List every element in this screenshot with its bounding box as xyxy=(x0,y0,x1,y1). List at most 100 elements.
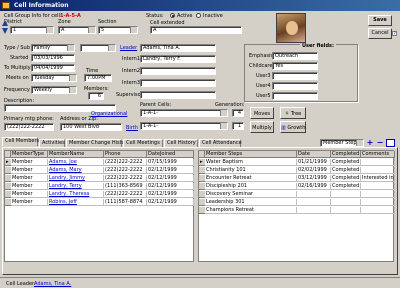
tab-member-change-history[interactable]: Member Change History xyxy=(66,139,130,147)
user4-field[interactable] xyxy=(272,82,318,90)
table-cell: Champions Retreat xyxy=(205,207,297,214)
col-phone[interactable]: Phone xyxy=(104,151,147,158)
member-steps-select[interactable]: Member Steps xyxy=(320,139,364,147)
table-cell xyxy=(297,199,331,206)
table-cell: 02/12/1999 xyxy=(147,167,194,174)
table-cell: (111)363-8569 xyxy=(104,183,147,190)
user4-label: User4 xyxy=(256,83,271,89)
status-inactive-label: Inactive xyxy=(203,13,223,19)
footer-leader-link[interactable]: Adams, Tina A. xyxy=(34,281,71,287)
table-cell: Discovery Seminar xyxy=(205,191,297,198)
user5-field[interactable] xyxy=(272,92,318,100)
multiply-field[interactable]: 04/04/1999 xyxy=(31,64,75,72)
table-cell: 01/21/1999 xyxy=(297,159,331,166)
table-cell: 03/12/1999 xyxy=(297,175,331,182)
table-cell[interactable]: Robins, Jeff xyxy=(48,199,104,206)
table-cell: Completed xyxy=(331,159,361,166)
tab-cell-members[interactable]: Cell Members xyxy=(2,137,39,146)
table-cell: (111)587-8874 xyxy=(104,199,147,206)
supervisor-field[interactable] xyxy=(140,91,216,99)
parent-cells-label: Parent Cells: xyxy=(140,102,172,108)
table-cell: 07/15/1999 xyxy=(147,159,194,166)
add-icon[interactable]: + xyxy=(366,139,374,147)
tab-activities[interactable]: Activities xyxy=(39,139,65,147)
col-member-steps[interactable]: Member Steps xyxy=(205,151,297,158)
tab-cell-attendance[interactable]: Cell Attendance xyxy=(199,139,242,147)
table-cell: 02/12/1999 xyxy=(147,199,194,206)
table-cell: Completed xyxy=(331,183,361,190)
tree-button[interactable]: ⚘ Tree xyxy=(280,107,306,119)
zone-label: Zone xyxy=(58,19,71,25)
organizational-link[interactable]: Organizational xyxy=(91,111,127,117)
frequency-select[interactable]: Weekly xyxy=(31,86,77,94)
table-cell xyxy=(361,191,395,198)
section-select[interactable]: 5 xyxy=(98,26,138,34)
table-cell[interactable]: Landry, Jimmy xyxy=(48,175,104,182)
table-cell: (222)222-2222 xyxy=(104,175,147,182)
down-arrow-icon[interactable] xyxy=(2,28,8,34)
meets-label: Meets on xyxy=(6,75,29,81)
view-window-icon[interactable] xyxy=(386,139,395,147)
started-label: Started xyxy=(10,55,29,61)
tab-cell-history[interactable]: Cell History xyxy=(164,139,198,147)
intern1-field[interactable]: Landry, Terry F. xyxy=(140,55,216,63)
col-comments[interactable]: Comments xyxy=(361,151,395,158)
col-date-joined[interactable]: DateJoined xyxy=(147,151,194,158)
status-label: Status: xyxy=(146,13,164,19)
table-cell: Member xyxy=(11,191,48,198)
tab-cell-meetings[interactable]: Cell Meetings xyxy=(123,139,163,147)
status-inactive-radio[interactable] xyxy=(196,13,201,18)
footer-leader-label: Cell Leader: xyxy=(6,281,36,287)
col-member-name[interactable]: MemberName xyxy=(48,151,104,158)
table-cell: Discipleship 201 xyxy=(205,183,297,190)
save-button[interactable]: Save xyxy=(368,15,392,26)
type-select[interactable]: Family xyxy=(31,44,75,52)
intern2-label: Intern2 xyxy=(122,68,140,74)
leader-field[interactable]: Adams, Tina A. xyxy=(140,44,216,52)
col-member-type[interactable]: MemberType xyxy=(11,151,48,158)
help-icon[interactable]: ? xyxy=(392,31,397,36)
sub-select[interactable] xyxy=(80,44,116,52)
table-cell: Completed xyxy=(331,167,361,174)
time-field[interactable]: 7:00PM xyxy=(84,74,112,82)
table-cell[interactable]: Adams, Joe xyxy=(48,159,104,166)
birth-link[interactable]: Birth xyxy=(126,125,138,131)
table-cell xyxy=(331,207,361,214)
status-active-radio[interactable] xyxy=(170,13,175,18)
status-active-label: Active xyxy=(177,13,193,19)
emphasis-field[interactable]: Outreach xyxy=(272,52,318,60)
multiply-label: To Multiply xyxy=(4,65,31,71)
intern3-field[interactable] xyxy=(140,79,216,87)
moves-button[interactable]: Moves xyxy=(250,107,274,119)
col-completed[interactable]: Completed xyxy=(331,151,361,158)
intern2-field[interactable] xyxy=(140,67,216,75)
growth-button[interactable]: ▥ Growth xyxy=(280,121,306,133)
started-field[interactable]: 03/03/1996 xyxy=(31,54,75,62)
remove-icon[interactable]: − xyxy=(376,139,384,147)
steps-grid: Member Steps Date Completed Comments ▸ Wa… xyxy=(198,150,395,262)
table-cell[interactable]: Adams, Mary xyxy=(48,167,104,174)
generation-label: Generation: xyxy=(215,102,245,108)
table-cell[interactable]: Landry, Theresa xyxy=(48,191,104,198)
multiply-button[interactable]: Multiply xyxy=(250,121,274,133)
intern3-label: Intern3 xyxy=(122,80,140,86)
cancel-button[interactable]: Cancel xyxy=(368,28,392,39)
zone-select[interactable]: A xyxy=(58,26,96,34)
table-cell: Water Baptism xyxy=(205,159,297,166)
childcare-field[interactable]: Yes xyxy=(272,62,318,70)
meets-select[interactable]: Tuesday xyxy=(31,74,77,82)
leader-link[interactable]: Leader xyxy=(120,45,137,51)
parent-cell-2[interactable]: 1-A-1- xyxy=(140,122,228,130)
table-cell: Member xyxy=(11,175,48,182)
table-cell: Christianity 101 xyxy=(205,167,297,174)
mtg-phone-field[interactable]: (222)222-2222 xyxy=(4,123,54,131)
user3-field[interactable] xyxy=(272,72,318,80)
extended-field[interactable]: A xyxy=(150,26,242,34)
table-cell: Leadership 301 xyxy=(205,199,297,206)
col-date[interactable]: Date xyxy=(297,151,331,158)
address-field[interactable]: 100 West Blvd xyxy=(60,123,122,131)
members-grid: MemberType MemberName Phone DateJoined ▸… xyxy=(4,150,194,262)
parent-cell-1[interactable]: 1-A-1- xyxy=(140,109,228,117)
table-cell[interactable]: Landry, Terry xyxy=(48,183,104,190)
district-select[interactable]: 1 xyxy=(10,26,54,34)
